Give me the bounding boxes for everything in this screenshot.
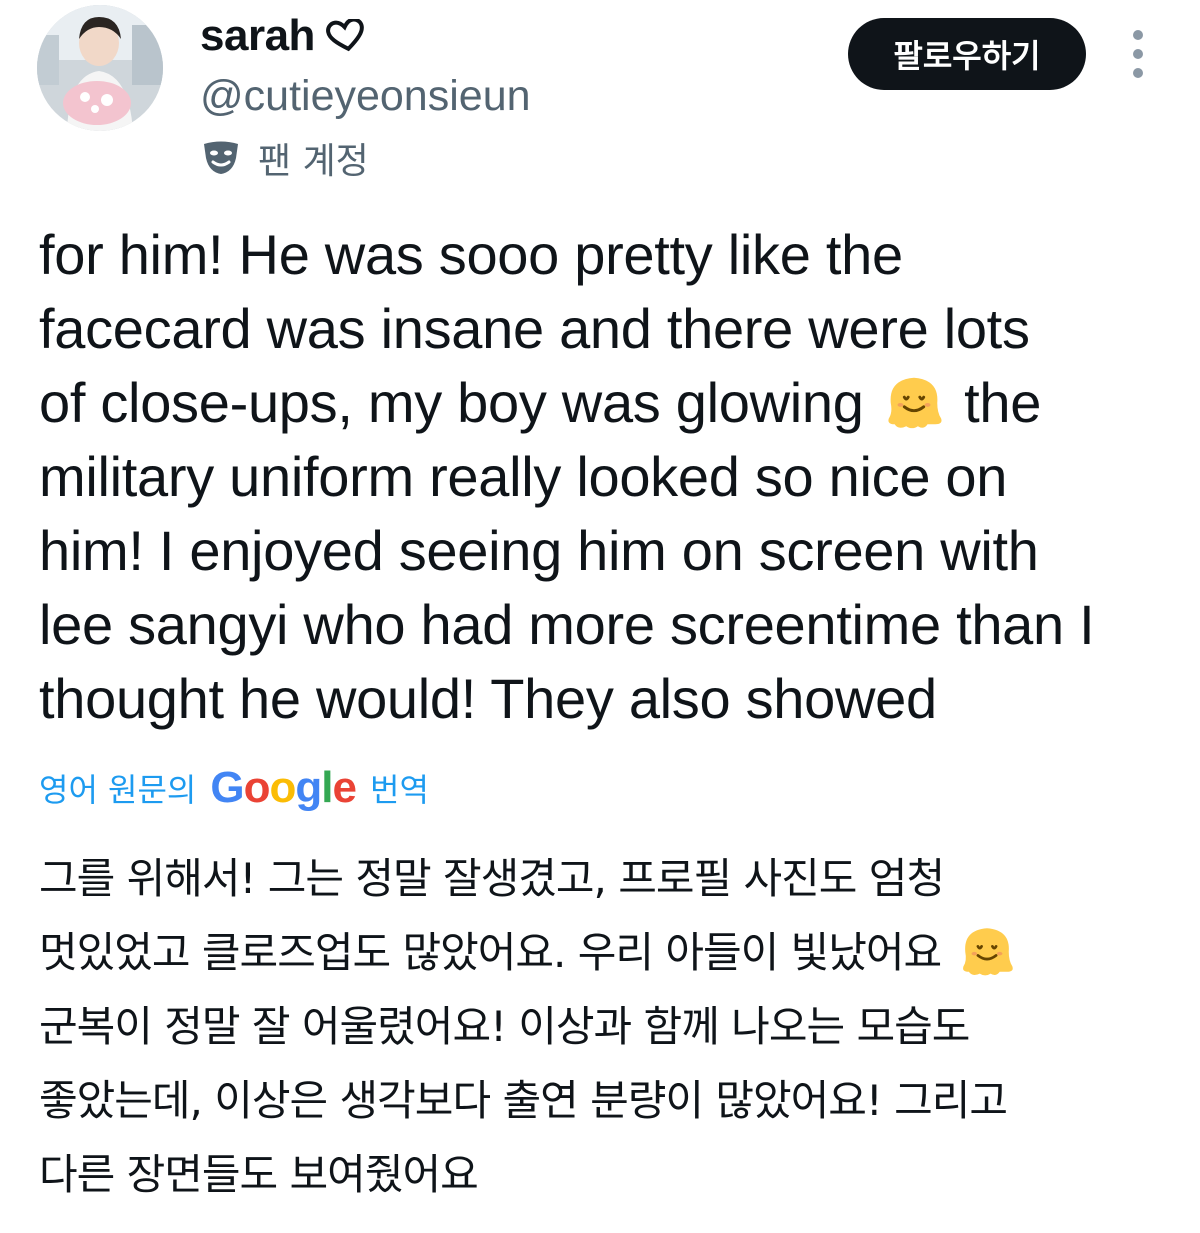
melting-face-emoji: [888, 377, 942, 429]
user-handle[interactable]: @cutieyeonsieun: [200, 70, 531, 122]
more-dot: [1133, 68, 1143, 78]
tweet-line-with-emoji: of close-ups, my boy was glowing the: [39, 366, 1169, 440]
tweet-line: for him! He was sooo pretty like the: [39, 223, 903, 286]
translate-prefix: 영어 원문의: [39, 771, 197, 809]
user-info: sarah @cutieyeonsieun 팬 계정: [200, 10, 531, 182]
display-name-row[interactable]: sarah: [200, 10, 531, 62]
tweet-line-segment: of close-ups, my boy was glowing: [39, 371, 864, 434]
avatar-photo: [37, 5, 163, 131]
tweet-header: sarah @cutieyeonsieun 팬 계정 팔로우하기: [0, 0, 1200, 190]
translation-line: 그를 위해서! 그는 정말 잘생겼고, 프로필 사진도 엄청: [39, 854, 945, 903]
tweet-text: for him! He was sooo pretty like the fac…: [39, 218, 1169, 736]
translated-text: 그를 위해서! 그는 정말 잘생겼고, 프로필 사진도 엄청 멋있었고 클로즈업…: [39, 842, 1169, 1212]
heart-outline-icon: [325, 19, 367, 53]
more-dot: [1133, 30, 1143, 40]
tweet-line: thought he would! They also showed: [39, 667, 937, 730]
badge-label: 팬 계정: [258, 141, 369, 182]
tweet-line-segment: the: [964, 371, 1042, 434]
translation-line: 좋았는데, 이상은 생각보다 출연 분량이 많았어요! 그리고: [39, 1076, 1008, 1125]
translate-suffix: 번역: [370, 771, 429, 809]
translation-line-with-emoji: 멋있었고 클로즈업도 많았어요. 우리 아들이 빛났어요: [39, 916, 1169, 990]
more-vertical-icon[interactable]: [1118, 30, 1158, 78]
google-logo: Google: [210, 763, 357, 812]
theater-mask-icon: [200, 137, 242, 179]
tweet-line: lee sangyi who had more screentime than …: [39, 593, 1095, 656]
tweet-line: military uniform really looked so nice o…: [39, 445, 1008, 508]
display-name[interactable]: sarah: [200, 11, 315, 61]
tweet-line: him! I enjoyed seeing him on screen with: [39, 519, 1039, 582]
melting-face-emoji: [962, 928, 1013, 976]
more-dot: [1133, 49, 1143, 59]
avatar[interactable]: [37, 5, 163, 131]
fan-account-badge: 팬 계정: [200, 134, 531, 182]
tweet-line: facecard was insane and there were lots: [39, 297, 1030, 360]
translation-line: 다른 장면들도 보여줬어요: [39, 1150, 479, 1199]
translated-by-google-link[interactable]: 영어 원문의 Google 번역: [39, 760, 429, 816]
translation-line-segment: 멋있었고 클로즈업도 많았어요. 우리 아들이 빛났어요: [39, 928, 942, 977]
follow-button[interactable]: 팔로우하기: [848, 18, 1086, 90]
translation-line: 군복이 정말 잘 어울렸어요! 이상과 함께 나오는 모습도: [39, 1002, 970, 1051]
